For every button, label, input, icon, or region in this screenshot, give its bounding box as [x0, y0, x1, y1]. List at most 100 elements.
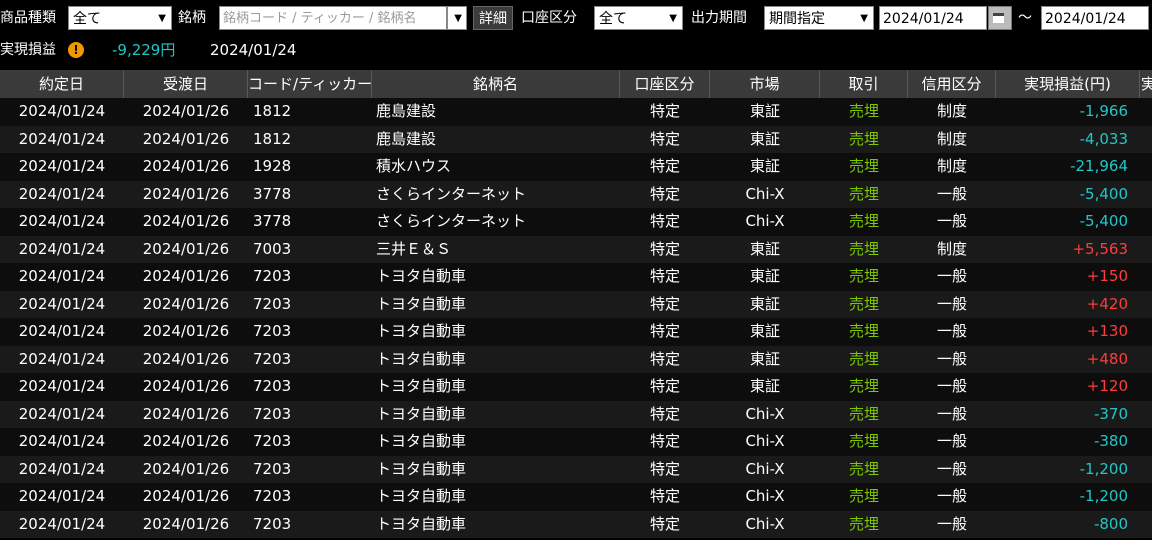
table-row[interactable]: 2024/01/24 2024/01/26 1812 鹿島建設 特定 東証 売埋 制度 -4,0… [0, 125, 1152, 153]
header-trade[interactable]: 取引 [820, 70, 908, 98]
table-row[interactable]: 2024/01/24 2024/01/26 7203 トヨタ自動車 特定 Chi-X 売埋 一… [0, 455, 1152, 483]
header-realized-pnl[interactable]: 実現損益(円) [996, 70, 1140, 98]
cell-trade: 売埋 [848, 212, 879, 230]
cell-trade-date: 2024/01/24 [18, 294, 106, 313]
cell-market: Chi-X [745, 487, 785, 505]
table-row[interactable]: 2024/01/24 2024/01/26 7003 三井Ｅ＆Ｓ 特定 東証 売埋 制度 +5,… [0, 235, 1152, 263]
cell-margin-type: 制度 [936, 157, 967, 175]
header-code[interactable]: コード/ティッカー [248, 70, 372, 98]
table-row[interactable]: 2024/01/24 2024/01/26 7203 トヨタ自動車 特定 Chi-X 売埋 一… [0, 483, 1152, 511]
cell-margin-type: 一般 [936, 267, 967, 285]
cell-code: 7203 [253, 267, 292, 285]
cell-code: 7203 [253, 514, 292, 533]
cell-market: 東証 [749, 267, 780, 285]
cell-market: 東証 [749, 157, 780, 175]
cell-margin-type: 一般 [936, 404, 967, 423]
cell-account-type: 特定 [649, 322, 680, 340]
cell-trade: 売埋 [848, 487, 879, 505]
cell-settle-date: 2024/01/26 [142, 212, 230, 230]
header-market[interactable]: 市場 [710, 70, 820, 98]
cell-trade-date: 2024/01/24 [18, 514, 106, 533]
cell-margin-type: 一般 [936, 459, 967, 478]
cell-market: Chi-X [745, 404, 785, 423]
cell-market: Chi-X [745, 432, 785, 450]
cell-realized-pnl: -21,964 [1070, 157, 1128, 175]
cell-trade-date: 2024/01/24 [18, 377, 106, 395]
cell-market: Chi-X [745, 459, 785, 478]
cell-account-type: 特定 [649, 487, 680, 505]
cell-stock-name: さくらインターネット [376, 212, 527, 230]
cell-trade: 売埋 [848, 157, 879, 175]
table-row[interactable]: 2024/01/24 2024/01/26 7203 トヨタ自動車 特定 東証 売埋 一般 +4… [0, 345, 1152, 373]
cell-settle-date: 2024/01/26 [142, 432, 230, 450]
date-to-value: 2024/01/24 [1045, 11, 1126, 27]
date-range-separator: ～ [1018, 10, 1032, 26]
account-type-select[interactable]: 全て ▼ [594, 6, 683, 30]
realized-pnl-value: -9,229円 [112, 41, 176, 59]
header-stock-name[interactable]: 銘柄名 [372, 70, 620, 98]
cell-settle-date: 2024/01/26 [142, 322, 230, 340]
period-value: 期間指定 [769, 11, 825, 27]
cell-account-type: 特定 [649, 349, 680, 368]
cell-market: 東証 [749, 102, 780, 120]
header-truncated-column[interactable]: 実 [1140, 70, 1152, 98]
table-row[interactable]: 2024/01/24 2024/01/26 7203 トヨタ自動車 特定 東証 売埋 一般 +1… [0, 263, 1152, 291]
filter-toolbar: 商品種類 全て ▼ 銘柄 銘柄コード / ティッカー / 銘柄名 ▼ 詳細 口座… [0, 6, 1152, 32]
cell-account-type: 特定 [649, 157, 680, 175]
cell-trade-date: 2024/01/24 [18, 239, 106, 258]
detail-button[interactable]: 詳細 [473, 6, 513, 30]
cell-margin-type: 一般 [936, 377, 967, 395]
cell-stock-name: トヨタ自動車 [376, 459, 467, 478]
table-row[interactable]: 2024/01/24 2024/01/26 1928 積水ハウス 特定 東証 売埋 制度 -21… [0, 153, 1152, 181]
table-row[interactable]: 2024/01/24 2024/01/26 7203 トヨタ自動車 特定 Chi-X 売埋 一… [0, 400, 1152, 428]
cell-trade-date: 2024/01/24 [18, 404, 106, 423]
cell-realized-pnl: +150 [1086, 267, 1128, 285]
cell-trade: 売埋 [848, 239, 879, 258]
cell-margin-type: 一般 [936, 294, 967, 313]
table-body: 2024/01/24 2024/01/26 1812 鹿島建設 特定 東証 売埋 制度 -1,9… [0, 98, 1152, 538]
cell-settle-date: 2024/01/26 [142, 184, 230, 203]
realized-pnl-date: 2024/01/24 [210, 41, 297, 59]
cell-realized-pnl: -800 [1093, 514, 1128, 533]
table-row[interactable]: 2024/01/24 2024/01/26 7203 トヨタ自動車 特定 Chi-X 売埋 一… [0, 428, 1152, 456]
cell-stock-name: トヨタ自動車 [376, 377, 467, 395]
stock-search-input[interactable]: 銘柄コード / ティッカー / 銘柄名 [219, 6, 447, 30]
calendar-icon[interactable] [988, 6, 1012, 30]
table-row[interactable]: 2024/01/24 2024/01/26 3778 さくらインターネット 特定 Chi-… [0, 208, 1152, 236]
header-settle-date[interactable]: 受渡日 [124, 70, 248, 98]
cell-realized-pnl: -1,200 [1079, 487, 1128, 505]
cell-settle-date: 2024/01/26 [142, 514, 230, 533]
cell-realized-pnl: -370 [1093, 404, 1128, 423]
date-to-input[interactable]: 2024/01/24 [1041, 6, 1149, 30]
chevron-down-icon: ▼ [669, 13, 677, 24]
table-row[interactable]: 2024/01/24 2024/01/26 1812 鹿島建設 特定 東証 売埋 制度 -1,9… [0, 98, 1152, 126]
table-row[interactable]: 2024/01/24 2024/01/26 3778 さくらインターネット 特定 Chi-… [0, 180, 1152, 208]
cell-trade-date: 2024/01/24 [18, 267, 106, 285]
date-from-input[interactable]: 2024/01/24 [879, 6, 987, 30]
header-account-type[interactable]: 口座区分 [620, 70, 710, 98]
cell-trade: 売埋 [848, 432, 879, 450]
table-row[interactable]: 2024/01/24 2024/01/26 7203 トヨタ自動車 特定 東証 売埋 一般 +1… [0, 373, 1152, 401]
cell-code: 7203 [253, 487, 292, 505]
cell-code: 7203 [253, 349, 292, 368]
header-trade-date[interactable]: 約定日 [0, 70, 124, 98]
cell-market: 東証 [749, 349, 780, 368]
table-row[interactable]: 2024/01/24 2024/01/26 7203 トヨタ自動車 特定 Chi-X 売埋 一… [0, 510, 1152, 538]
cell-account-type: 特定 [649, 267, 680, 285]
product-type-select[interactable]: 全て ▼ [68, 6, 172, 30]
cell-trade-date: 2024/01/24 [18, 157, 106, 175]
period-select[interactable]: 期間指定 ▼ [764, 6, 874, 30]
table-row[interactable]: 2024/01/24 2024/01/26 7203 トヨタ自動車 特定 東証 売埋 一般 +4… [0, 290, 1152, 318]
header-margin-type[interactable]: 信用区分 [908, 70, 996, 98]
cell-stock-name: トヨタ自動車 [376, 487, 467, 505]
stock-dropdown-button[interactable]: ▼ [447, 6, 467, 30]
table-row[interactable]: 2024/01/24 2024/01/26 7203 トヨタ自動車 特定 東証 売埋 一般 +1… [0, 318, 1152, 346]
cell-trade: 売埋 [848, 404, 879, 423]
cell-settle-date: 2024/01/26 [142, 239, 230, 258]
warning-icon[interactable]: ! [68, 42, 84, 58]
stock-label: 銘柄 [178, 10, 206, 26]
cell-trade: 売埋 [848, 459, 879, 478]
cell-margin-type: 一般 [936, 432, 967, 450]
cell-code: 1928 [253, 157, 292, 175]
cell-market: 東証 [749, 322, 780, 340]
